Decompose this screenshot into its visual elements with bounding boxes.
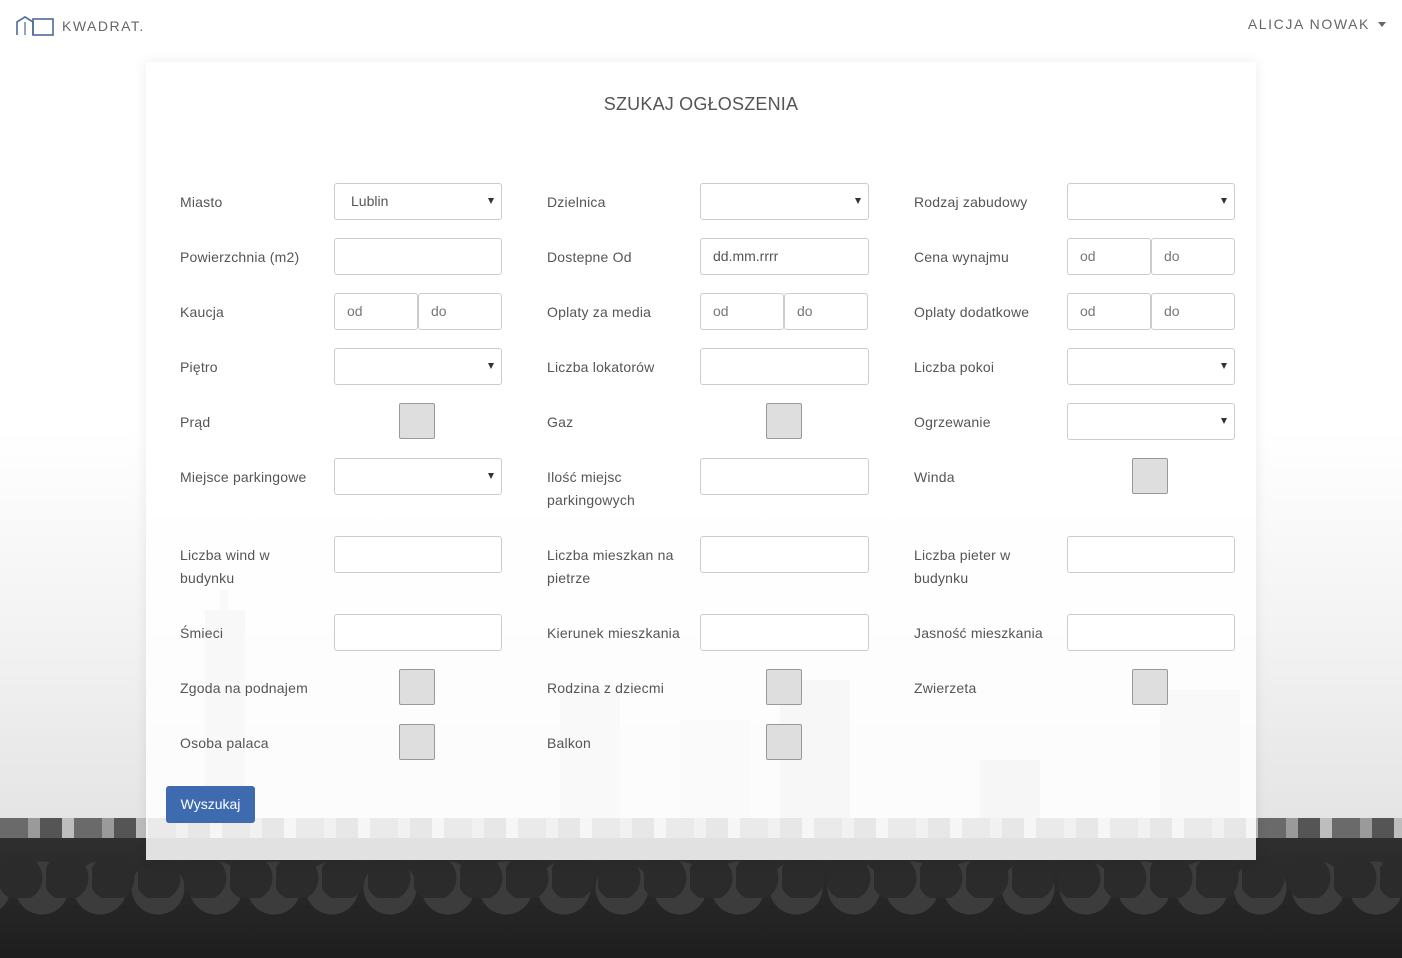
ilosc-miejsc-label-line2: parkingowych bbox=[547, 492, 635, 508]
select-arrow-icon bbox=[1221, 363, 1227, 369]
rodzina-dzieci-checkbox[interactable] bbox=[766, 669, 802, 705]
top-navbar: KWADRAT. ALICJA NOWAK bbox=[0, 0, 1402, 52]
liczba-mieszkan-label: Liczba mieszkan na pietrze bbox=[547, 544, 674, 590]
dostepne-od-date-input[interactable]: dd.mm.rrrr bbox=[700, 238, 869, 275]
dostepne-od-label: Dostepne Od bbox=[547, 249, 632, 265]
pietro-select[interactable] bbox=[334, 348, 502, 385]
powierzchnia-label: Powierzchnia (m2) bbox=[180, 249, 300, 265]
liczba-mieszkan-input[interactable] bbox=[700, 536, 869, 573]
select-arrow-icon bbox=[1221, 418, 1227, 424]
page-title: SZUKAJ OGŁOSZENIA bbox=[603, 94, 799, 114]
liczba-pieter-label: Liczba pieter w budynku bbox=[914, 544, 1010, 590]
winda-checkbox[interactable] bbox=[1132, 458, 1168, 494]
osoba-palaca-checkbox[interactable] bbox=[399, 724, 435, 760]
balkon-checkbox[interactable] bbox=[766, 724, 802, 760]
liczba-wind-label: Liczba wind w budynku bbox=[180, 544, 270, 590]
smieci-label: Śmieci bbox=[180, 625, 224, 641]
oplaty-dodatkowe-label: Oplaty dodatkowe bbox=[914, 304, 1030, 320]
balkon-label: Balkon bbox=[547, 735, 592, 751]
brand-link[interactable]: KWADRAT. bbox=[16, 16, 145, 36]
liczba-wind-label-line2: budynku bbox=[180, 570, 235, 586]
rodzina-dzieci-label: Rodzina z dziecmi bbox=[547, 680, 664, 696]
liczba-wind-label-line1: Liczba wind w bbox=[180, 547, 270, 563]
powierzchnia-input[interactable] bbox=[334, 238, 502, 275]
smieci-input[interactable] bbox=[334, 614, 502, 651]
zgoda-podnajem-label: Zgoda na podnajem bbox=[180, 680, 308, 696]
liczba-lokatorow-label: Liczba lokatorów bbox=[547, 359, 655, 375]
jasnosc-label: Jasność mieszkania bbox=[914, 625, 1043, 641]
liczba-mieszkan-label-line2: pietrze bbox=[547, 570, 591, 586]
kaucja-label: Kaucja bbox=[180, 304, 225, 320]
miasto-select[interactable]: Lublin bbox=[334, 183, 502, 220]
user-menu[interactable]: ALICJA NOWAK bbox=[1248, 16, 1386, 32]
zwierzeta-label: Zwierzeta bbox=[914, 680, 977, 696]
zwierzeta-checkbox[interactable] bbox=[1132, 669, 1168, 705]
rodzaj-zabudowy-select[interactable] bbox=[1067, 183, 1235, 220]
liczba-pieter-label-line2: budynku bbox=[914, 570, 969, 586]
liczba-wind-input[interactable] bbox=[334, 536, 502, 573]
kierunek-label: Kierunek mieszkania bbox=[547, 625, 680, 641]
ilosc-miejsc-label-line1: Ilość miejsc bbox=[547, 469, 622, 485]
select-arrow-icon bbox=[1221, 198, 1227, 204]
select-arrow-icon bbox=[488, 198, 494, 204]
ilosc-miejsc-input[interactable] bbox=[700, 458, 869, 495]
dzielnica-label: Dzielnica bbox=[547, 194, 606, 210]
ogrzewanie-select[interactable] bbox=[1067, 403, 1235, 440]
select-arrow-icon bbox=[488, 363, 494, 369]
gaz-label: Gaz bbox=[547, 414, 574, 430]
liczba-pieter-label-line1: Liczba pieter w bbox=[914, 547, 1011, 563]
oplaty-media-from-input[interactable]: od bbox=[700, 293, 784, 330]
miejsce-parkingowe-select[interactable] bbox=[334, 458, 502, 495]
user-name: ALICJA NOWAK bbox=[1247, 16, 1370, 32]
select-arrow-icon bbox=[855, 198, 861, 204]
prad-label: Prąd bbox=[180, 414, 211, 430]
search-button[interactable]: Wyszukaj bbox=[166, 786, 255, 823]
select-arrow-icon bbox=[488, 473, 494, 479]
prad-checkbox[interactable] bbox=[399, 403, 435, 439]
oplaty-media-label: Oplaty za media bbox=[547, 304, 652, 320]
caret-down-icon bbox=[1378, 21, 1386, 27]
oplaty-dodatkowe-to-input[interactable]: do bbox=[1151, 293, 1235, 330]
rodzaj-zabudowy-label: Rodzaj zabudowy bbox=[914, 194, 1028, 210]
miasto-label: Miasto bbox=[180, 194, 223, 210]
jasnosc-input[interactable] bbox=[1067, 614, 1235, 651]
brand-name: KWADRAT. bbox=[62, 18, 145, 34]
oplaty-media-to-input[interactable]: do bbox=[784, 293, 868, 330]
liczba-pieter-input[interactable] bbox=[1067, 536, 1235, 573]
house-logo-icon bbox=[16, 16, 54, 36]
winda-label: Winda bbox=[914, 469, 955, 485]
search-card: SZUKAJ OGŁOSZENIA Miasto Lublin Dzielnic… bbox=[146, 62, 1256, 860]
kierunek-input[interactable] bbox=[700, 614, 869, 651]
cena-wynajmu-from-input[interactable]: od bbox=[1067, 238, 1151, 275]
miejsce-parkingowe-label: Miejsce parkingowe bbox=[180, 469, 307, 485]
zgoda-podnajem-checkbox[interactable] bbox=[399, 669, 435, 705]
gaz-checkbox[interactable] bbox=[766, 403, 802, 439]
ilosc-miejsc-label: Ilość miejsc parkingowych bbox=[547, 466, 635, 512]
miasto-value: Lublin bbox=[351, 193, 389, 209]
liczba-mieszkan-label-line1: Liczba mieszkan na bbox=[547, 547, 674, 563]
liczba-pokoi-label: Liczba pokoi bbox=[914, 359, 995, 375]
kaucja-to-input[interactable]: do bbox=[418, 293, 502, 330]
liczba-lokatorow-input[interactable] bbox=[700, 348, 869, 385]
kaucja-from-input[interactable]: od bbox=[334, 293, 418, 330]
cena-wynajmu-to-input[interactable]: do bbox=[1151, 238, 1235, 275]
cena-wynajmu-label: Cena wynajmu bbox=[914, 249, 1009, 265]
ogrzewanie-label: Ogrzewanie bbox=[914, 414, 991, 430]
oplaty-dodatkowe-from-input[interactable]: od bbox=[1067, 293, 1151, 330]
pietro-label: Piętro bbox=[180, 359, 218, 375]
osoba-palaca-label: Osoba palaca bbox=[180, 735, 269, 751]
dzielnica-select[interactable] bbox=[700, 183, 869, 220]
liczba-pokoi-select[interactable] bbox=[1067, 348, 1235, 385]
